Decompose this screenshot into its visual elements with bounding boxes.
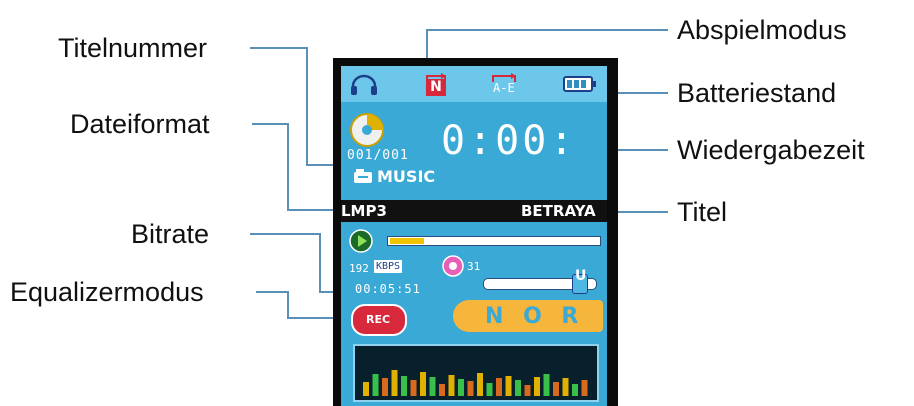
spectrum-bar: [515, 380, 521, 396]
spectrum-bar: [458, 379, 464, 396]
spectrum-bar: [505, 376, 512, 396]
spectrum-bar: [553, 382, 559, 396]
equalizer-mode-banner: N O R: [453, 300, 603, 332]
repeat-n-icon: N: [423, 70, 449, 98]
spectrum-bar: [496, 378, 502, 396]
spectrum-bar: [420, 372, 426, 396]
spectrum-bar: [486, 383, 493, 396]
progress-bar: [387, 236, 601, 246]
bitrate-unit: KBPS: [374, 260, 403, 273]
ab-repeat-icon: A-E: [487, 70, 521, 98]
spectrum-bar: [448, 375, 455, 396]
label-dateiformat: Dateiformat: [70, 109, 210, 139]
label-abspielmodus: Abspielmodus: [677, 15, 847, 45]
spectrum-bar: [534, 377, 540, 396]
spectrum-bar: [581, 380, 588, 396]
progress-fill: [390, 238, 424, 244]
playback-time: 0:00: 11: [441, 118, 607, 164]
play-icon: [349, 229, 373, 253]
spectrum-bar: [572, 384, 578, 396]
spectrum-bar: [429, 377, 436, 396]
bitrate-value: 192: [349, 262, 369, 275]
leader-dateiformat: [252, 123, 336, 211]
label-titel: Titel: [677, 197, 728, 227]
player-screen: N A-E 0:00: 11 001/001 MUSIC LMP3 BETRAY…: [341, 66, 607, 406]
equalizer-mode: N O R: [485, 304, 585, 329]
volume-value: 31: [467, 260, 481, 273]
spectrum-bar: [363, 382, 369, 396]
ab-label: A-E: [493, 81, 515, 95]
volume-label: U: [575, 268, 587, 284]
record-label: REC: [366, 313, 391, 326]
music-folder-icon: [354, 169, 372, 183]
spectrum-bar: [401, 376, 407, 396]
cd-icon: [350, 113, 384, 147]
play-mode-letter: N: [426, 79, 446, 96]
spectrum-bar: [391, 370, 398, 396]
spectrum-bar: [467, 381, 474, 396]
spectrum-panel: [353, 344, 599, 402]
label-titelnummer: Titelnummer: [58, 33, 208, 63]
spectrum-bar: [372, 374, 379, 396]
spectrum-bar: [439, 384, 445, 396]
spectrum-analyzer: [363, 370, 588, 396]
spectrum-bar: [382, 378, 388, 396]
track-title: BETRAYA: [521, 202, 596, 220]
label-bitrate: Bitrate: [131, 219, 210, 249]
label-equalizermodus: Equalizermodus: [10, 277, 204, 307]
track-number: 001/001: [347, 148, 409, 163]
spectrum-bar: [477, 373, 483, 396]
volume-knob-icon: [442, 255, 464, 277]
spectrum-bar: [410, 380, 417, 396]
track-length: 00:05:51: [355, 282, 421, 296]
record-icon: REC: [351, 304, 407, 336]
spectrum-bar: [562, 378, 569, 396]
file-format: LMP3: [341, 202, 387, 220]
label-wiedergabezeit: Wiedergabezeit: [677, 135, 865, 165]
headphones-icon: [351, 74, 377, 95]
battery-icon: [563, 76, 596, 92]
leader-titelnummer: [250, 47, 336, 166]
category-label: MUSIC: [377, 167, 436, 186]
spectrum-bar: [543, 374, 550, 396]
spectrum-bar: [524, 385, 531, 396]
label-batteriestand: Batteriestand: [677, 78, 837, 108]
